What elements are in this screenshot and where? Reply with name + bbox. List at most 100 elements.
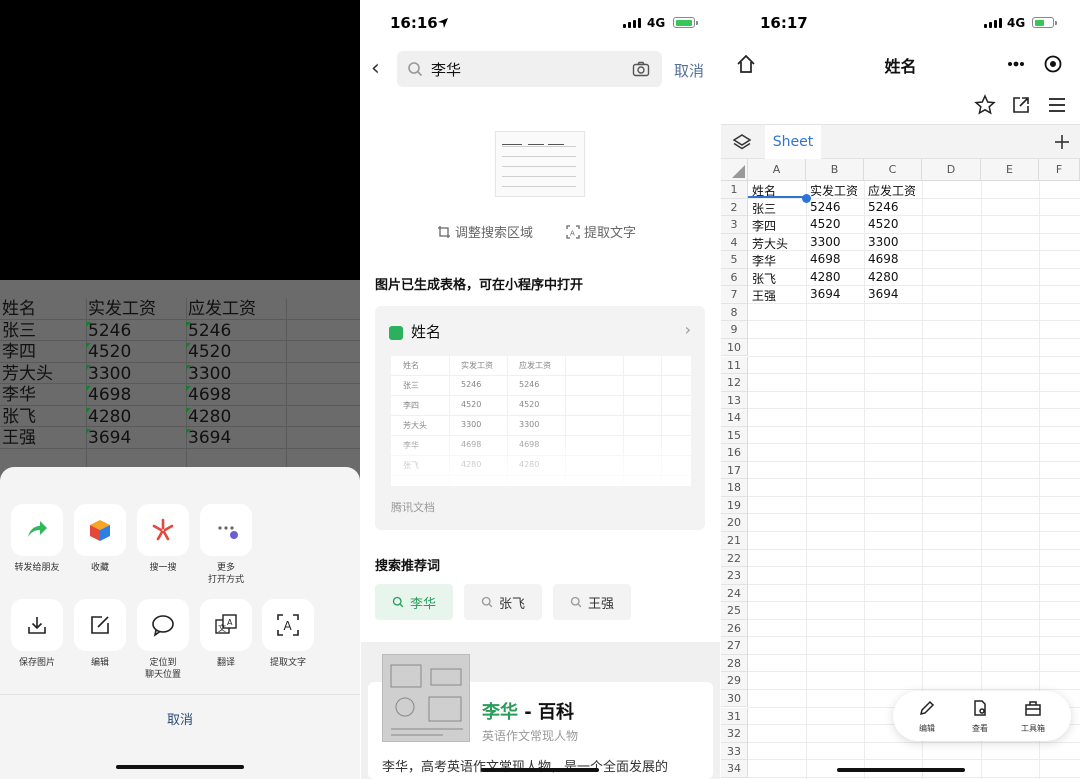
row-header[interactable]: 12 — [721, 374, 748, 392]
row-header[interactable]: 28 — [721, 654, 748, 673]
row-header[interactable]: 29 — [721, 672, 748, 690]
sheet-cell[interactable]: 5246 — [810, 200, 841, 214]
sheet-cell[interactable]: 3694 — [868, 287, 899, 301]
view-button[interactable]: 查看 — [960, 699, 1000, 734]
sheet-cell[interactable]: 李四 — [752, 217, 776, 234]
favorite-button[interactable]: 收藏 — [69, 504, 131, 574]
sheet-cell[interactable]: 张三 — [752, 200, 776, 217]
column-header[interactable]: E — [981, 159, 1039, 181]
sheet-cell[interactable]: 李华 — [752, 252, 776, 269]
share-out-icon[interactable] — [1011, 95, 1031, 115]
extract-text-tool-button[interactable]: A 提取文字 — [566, 222, 636, 241]
sheet-cell[interactable]: 实发工资 — [810, 182, 858, 199]
column-header[interactable]: B — [806, 159, 864, 181]
row-header[interactable]: 9 — [721, 321, 748, 339]
star-icon[interactable] — [974, 94, 996, 116]
row-header[interactable]: 26 — [721, 619, 748, 638]
forward-to-friend-button[interactable]: 转发给朋友 — [6, 504, 68, 574]
row-header[interactable]: 15 — [721, 426, 748, 445]
query-image-thumbnail[interactable] — [495, 131, 585, 197]
search-search-button[interactable]: 搜一搜 — [132, 504, 194, 574]
edit-button[interactable]: 编辑 — [69, 599, 131, 669]
column-header[interactable]: D — [922, 159, 981, 181]
row-header[interactable]: 19 — [721, 496, 748, 515]
sheet-cell[interactable]: 王强 — [752, 287, 776, 304]
select-all-corner[interactable] — [721, 159, 748, 181]
sheet-cell[interactable]: 4698 — [810, 252, 841, 266]
camera-icon[interactable] — [632, 61, 650, 77]
row-header[interactable]: 25 — [721, 602, 748, 620]
row-header[interactable]: 6 — [721, 268, 748, 287]
add-sheet-icon[interactable] — [1053, 133, 1071, 151]
sheet-cell[interactable]: 芳大头 — [752, 235, 788, 252]
row-header[interactable]: 7 — [721, 286, 748, 304]
sheet-cell[interactable]: 4520 — [810, 217, 841, 231]
row-header[interactable]: 11 — [721, 356, 748, 375]
forward-label: 转发给朋友 — [14, 563, 60, 573]
row-header[interactable]: 20 — [721, 514, 748, 532]
row-header[interactable]: 14 — [721, 409, 748, 427]
row-header[interactable]: 5 — [721, 251, 748, 269]
row-header[interactable]: 23 — [721, 567, 748, 585]
recommend-chip[interactable]: 李华 — [375, 584, 453, 620]
row-header[interactable]: 4 — [721, 233, 748, 252]
row-header[interactable]: 1 — [721, 181, 748, 199]
recommend-chip[interactable]: 王强 — [553, 584, 631, 620]
preview-cell: 实发工资 — [461, 361, 493, 370]
row-header[interactable]: 34 — [721, 760, 748, 778]
sheet-cell[interactable]: 4280 — [868, 270, 899, 284]
row-header[interactable]: 8 — [721, 303, 748, 322]
edit-button[interactable]: 编辑 — [907, 699, 947, 734]
row-header[interactable]: 3 — [721, 216, 748, 234]
recommend-chip[interactable]: 张飞 — [464, 584, 542, 620]
selection-handle[interactable] — [802, 193, 811, 203]
row-header[interactable]: 16 — [721, 444, 748, 462]
row-header[interactable]: 33 — [721, 742, 748, 761]
locate-in-chat-button[interactable]: 定位到 聊天位置 — [132, 599, 194, 681]
row-header[interactable]: 31 — [721, 707, 748, 726]
row-header[interactable]: 21 — [721, 532, 748, 550]
row-header[interactable]: 22 — [721, 549, 748, 568]
layers-icon[interactable] — [732, 132, 752, 152]
row-header[interactable]: 30 — [721, 689, 748, 708]
more-open-options-button[interactable]: 更多 打开方式 — [195, 504, 257, 586]
search-input[interactable]: 李华 — [397, 51, 662, 87]
row-header[interactable]: 27 — [721, 637, 748, 655]
sheet-cell[interactable]: 3300 — [868, 235, 899, 249]
sheet-cell[interactable]: 张飞 — [752, 270, 776, 287]
tencent-doc-card[interactable]: 姓名 › 姓名实发工资应发工资张三52465246李四45204520芳大头33… — [375, 306, 705, 530]
row-header[interactable]: 10 — [721, 338, 748, 357]
toolbox-button[interactable]: 工具箱 — [1013, 699, 1053, 734]
column-header[interactable]: C — [864, 159, 922, 181]
adjust-search-area-button[interactable]: 调整搜索区域 — [437, 222, 533, 241]
row-header[interactable]: 18 — [721, 479, 748, 497]
cancel-button[interactable]: 取消 — [0, 709, 360, 728]
row-header[interactable]: 32 — [721, 725, 748, 743]
back-chevron-icon[interactable]: ‹ — [371, 56, 380, 81]
sheet-cell[interactable]: 4280 — [810, 270, 841, 284]
photo-table-cell: 5246 — [188, 320, 232, 341]
menu-icon[interactable] — [1047, 96, 1067, 114]
row-header[interactable]: 2 — [721, 198, 748, 217]
sheet-cell[interactable]: 4698 — [868, 252, 899, 266]
sheet-cell[interactable]: 3300 — [810, 235, 841, 249]
sheet-cell[interactable]: 4520 — [868, 217, 899, 231]
sheet-tab[interactable]: Sheet — [765, 125, 821, 159]
doc-source-label: 腾讯文档 — [391, 501, 435, 514]
translate-button[interactable]: 文A 翻译 — [195, 599, 257, 669]
sheet-cell[interactable]: 应发工资 — [868, 182, 916, 199]
sheet-cell[interactable]: 3694 — [810, 287, 841, 301]
search-cancel-button[interactable]: 取消 — [674, 60, 704, 81]
column-header[interactable]: A — [748, 159, 806, 181]
save-image-button[interactable]: 保存图片 — [6, 599, 68, 669]
sheet-cell[interactable]: 5246 — [868, 200, 899, 214]
extract-text-button[interactable]: A 提取文字 — [257, 599, 319, 669]
row-header[interactable]: 17 — [721, 461, 748, 480]
close-miniprogram-icon[interactable] — [1043, 54, 1063, 74]
column-header[interactable]: F — [1039, 159, 1080, 181]
edit-label: 编辑 — [919, 724, 935, 733]
more-dots-icon[interactable] — [1005, 56, 1027, 72]
row-header[interactable]: 24 — [721, 584, 748, 603]
extract-label: 提取文字 — [584, 226, 637, 241]
row-header[interactable]: 13 — [721, 391, 748, 410]
